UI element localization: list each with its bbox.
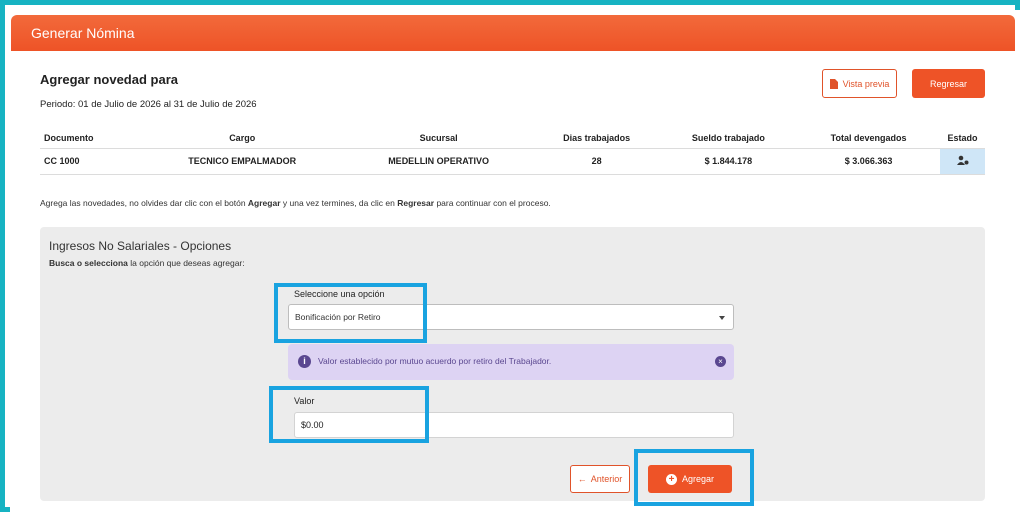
- chevron-down-icon: [719, 316, 725, 320]
- highlight-select-box: [274, 283, 427, 343]
- info-alert: i Valor establecido por mutuo acuerdo po…: [288, 344, 734, 380]
- col-sucursal: Sucursal: [419, 132, 458, 143]
- panel-sub-bold: Busca o selecciona: [49, 258, 128, 268]
- panel-subtitle: Busca o selecciona la opción que deseas …: [49, 258, 245, 268]
- employee-table: Documento Cargo Sucursal Dias trabajados…: [40, 128, 985, 175]
- previous-button-label: Anterior: [590, 474, 623, 484]
- col-documento: Documento: [44, 132, 94, 143]
- highlight-value-box: [269, 386, 429, 443]
- cell-documento: CC 1000: [40, 147, 141, 175]
- user-settings-icon[interactable]: [956, 155, 969, 165]
- cell-sueldo: $ 1.844.178: [659, 147, 798, 175]
- cell-estado[interactable]: [940, 147, 985, 175]
- table-header-row: Documento Cargo Sucursal Dias trabajados…: [40, 128, 985, 148]
- pdf-icon: [829, 78, 838, 89]
- panel-title: Ingresos No Salariales - Opciones: [49, 239, 232, 253]
- arrow-left-icon: ←: [577, 474, 587, 484]
- cell-cargo: TECNICO EMPALMADOR: [140, 147, 344, 175]
- col-cargo: Cargo: [229, 132, 256, 143]
- note-part3: para continuar con el proceso.: [434, 198, 551, 208]
- instructions-text: Agrega las novedades, no olvides dar cli…: [40, 198, 551, 208]
- back-button[interactable]: Regresar: [912, 69, 985, 98]
- preview-button[interactable]: Vista previa: [822, 69, 897, 98]
- page-header: Generar Nómina: [11, 15, 1015, 51]
- cell-sucursal: MEDELLIN OPERATIVO: [343, 147, 534, 175]
- table-row: CC 1000 TECNICO EMPALMADOR MEDELLIN OPER…: [40, 147, 985, 175]
- col-dias: Dias trabajados: [563, 132, 631, 143]
- page-title: Agregar novedad para: [40, 72, 178, 87]
- note-part1: Agrega las novedades, no olvides dar cli…: [40, 198, 248, 208]
- note-bold-regresar: Regresar: [397, 198, 435, 208]
- highlight-add-box: [634, 449, 754, 506]
- col-sueldo: Sueldo trabajado: [691, 132, 765, 143]
- previous-button[interactable]: ← Anterior: [570, 465, 630, 493]
- period-text: Periodo: 01 de Julio de 2026 al 31 de Ju…: [40, 99, 257, 110]
- col-total: Total devengados: [830, 132, 907, 143]
- close-icon[interactable]: ×: [715, 356, 726, 367]
- alert-message: Valor establecido por mutuo acuerdo por …: [318, 356, 552, 366]
- header-title: Generar Nómina: [31, 25, 135, 41]
- back-button-label: Regresar: [929, 78, 967, 89]
- panel-sub-rest: la opción que deseas agregar:: [127, 258, 245, 268]
- col-estado: Estado: [947, 132, 978, 143]
- options-panel: Ingresos No Salariales - Opciones Busca …: [40, 227, 985, 501]
- note-bold-agregar: Agregar: [247, 198, 281, 208]
- preview-button-label: Vista previa: [842, 78, 890, 89]
- cell-dias: 28: [533, 147, 660, 175]
- note-part2: y una vez termines, da clic en: [280, 198, 398, 208]
- cell-total: $ 3.066.363: [797, 147, 940, 175]
- info-icon: i: [298, 355, 311, 368]
